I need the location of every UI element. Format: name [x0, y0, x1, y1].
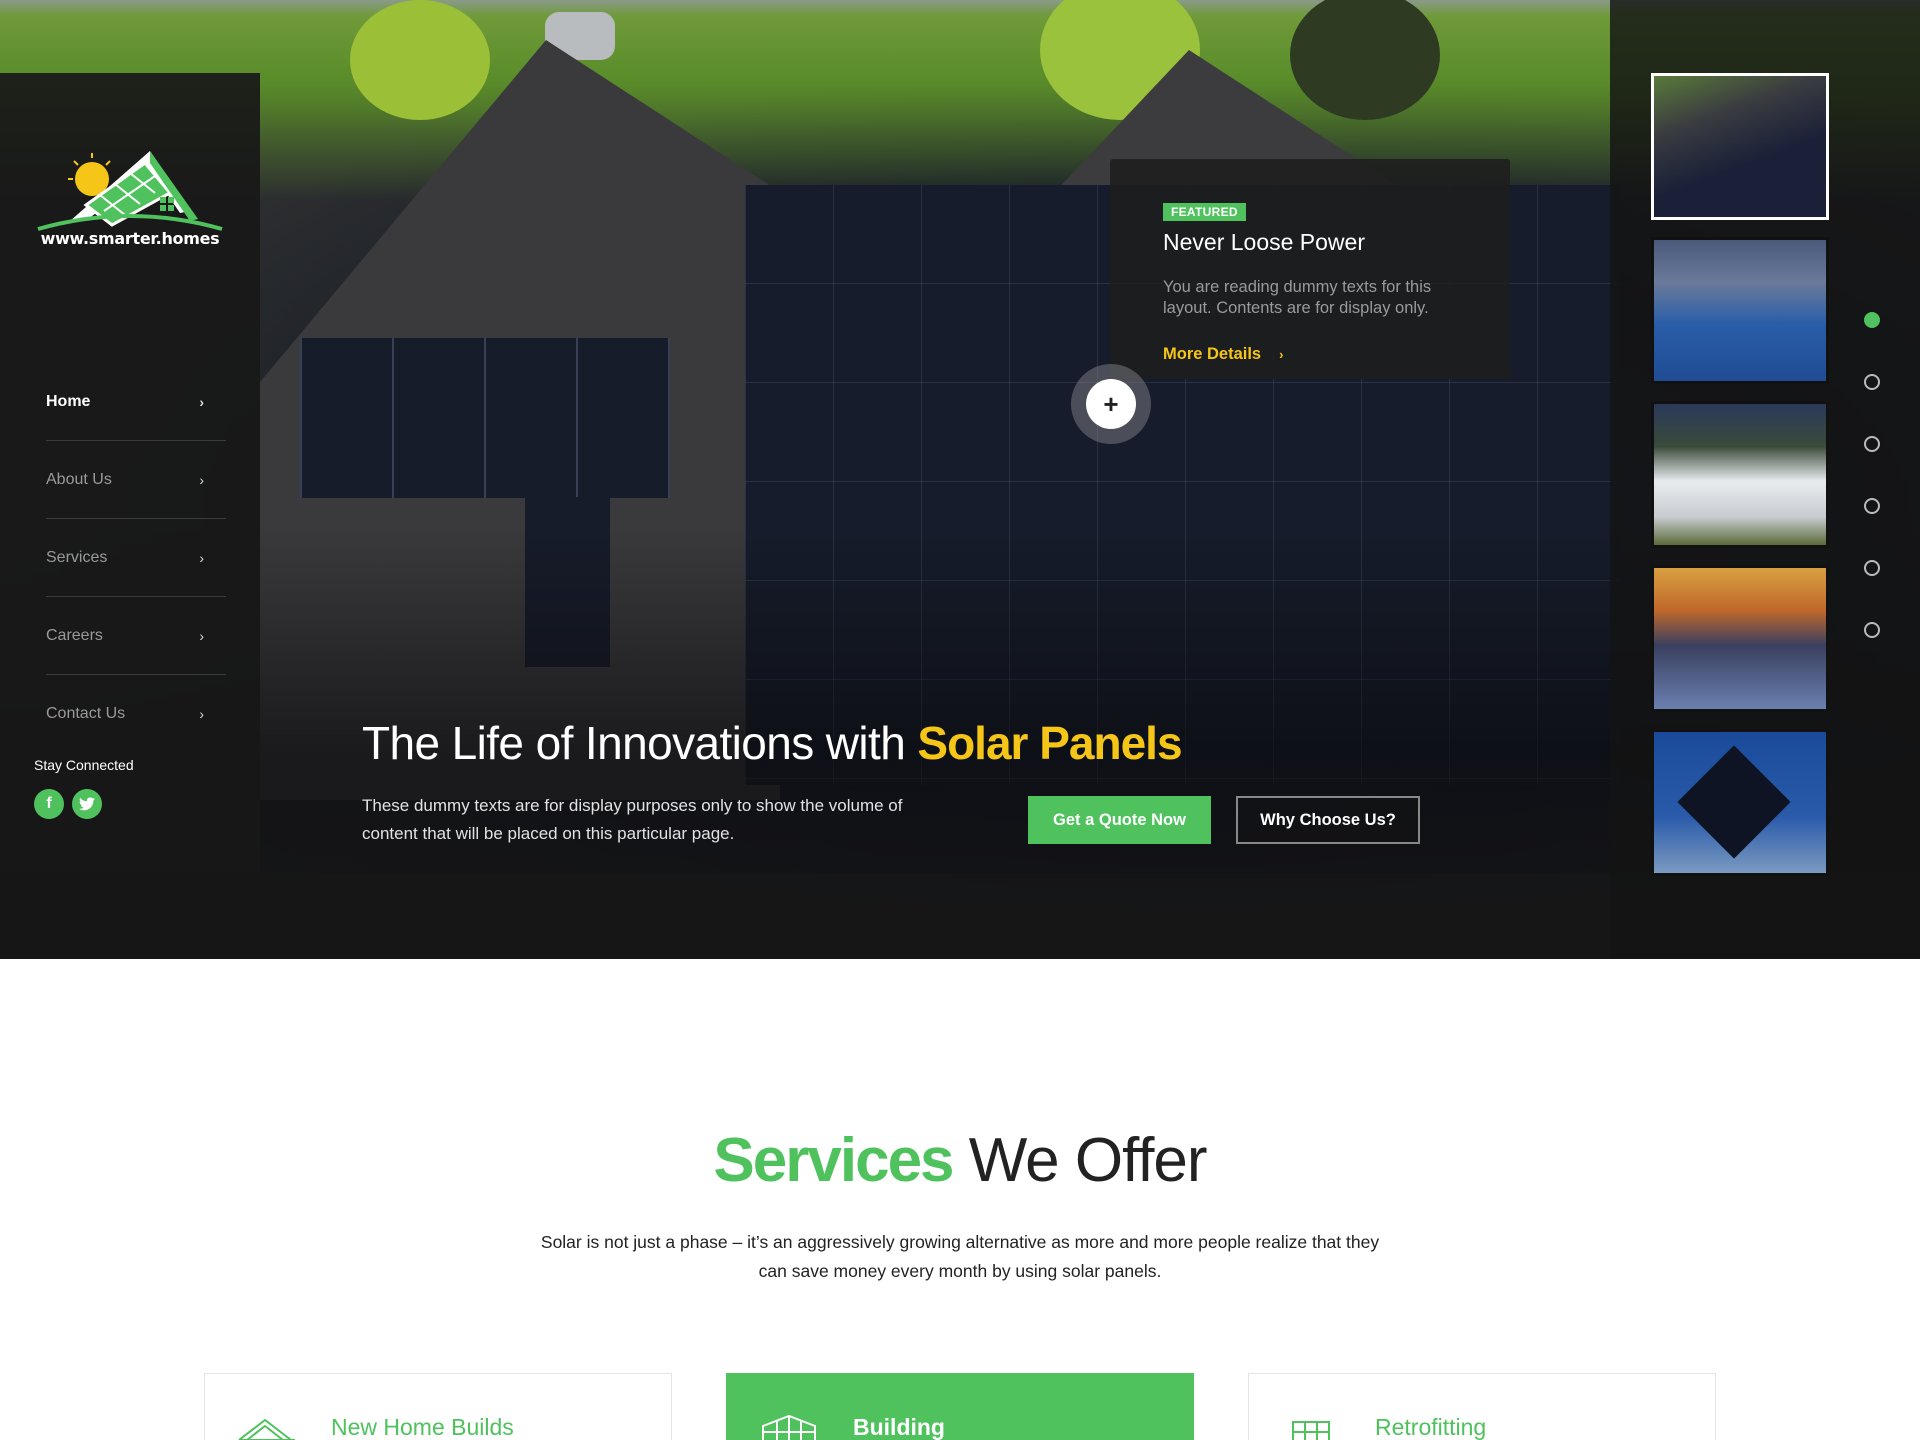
logo-text: www.smarter.homes — [40, 229, 220, 248]
slider-pagination — [1864, 312, 1880, 684]
slider-dot[interactable] — [1864, 622, 1880, 638]
thumbnail-4[interactable] — [1651, 565, 1829, 712]
more-details-label: More Details — [1163, 345, 1262, 363]
services-title: Services We Offer — [0, 1125, 1920, 1196]
featured-badge: FEATURED — [1163, 203, 1246, 221]
hero-description: These dummy texts are for display purpos… — [362, 796, 903, 843]
more-details-link[interactable]: More Details › — [1163, 345, 1283, 364]
service-card-label: Retrofitting — [1375, 1414, 1487, 1440]
get-quote-button[interactable]: Get a Quote Now — [1028, 796, 1211, 844]
nav-item-label: About Us — [46, 470, 112, 488]
service-card-building[interactable]: Building — [726, 1373, 1194, 1440]
logo[interactable]: www.smarter.homes — [30, 141, 230, 251]
plus-icon: + — [1086, 379, 1136, 429]
services-title-highlight: Services — [713, 1126, 954, 1195]
chevron-right-icon: › — [199, 549, 204, 566]
why-choose-us-button[interactable]: Why Choose Us? — [1236, 796, 1420, 844]
featured-title: Never Loose Power — [1163, 229, 1365, 255]
thumbnail-2[interactable] — [1651, 237, 1829, 384]
service-card-new-home-builds[interactable]: New Home Builds — [204, 1373, 672, 1440]
sidebar: www.smarter.homes Home › About Us › Serv… — [0, 73, 260, 873]
solar-panel-icon — [1292, 1421, 1330, 1440]
twitter-icon[interactable] — [72, 789, 102, 819]
chevron-right-icon: › — [199, 471, 204, 488]
stay-connected-label: Stay Connected — [34, 757, 134, 773]
thumbnail-1[interactable] — [1651, 73, 1829, 220]
chevron-right-icon: › — [199, 706, 204, 722]
hero-title: The Life of Innovations with Solar Panel… — [362, 716, 1183, 770]
featured-card: FEATURED Never Loose Power You are readi… — [1110, 159, 1510, 379]
slider-dot[interactable] — [1864, 436, 1880, 452]
service-card-label: New Home Builds — [331, 1414, 514, 1440]
slider-dot[interactable] — [1864, 498, 1880, 514]
main-nav: Home › About Us › Services › Careers › C… — [46, 363, 226, 753]
facebook-icon[interactable]: f — [34, 789, 64, 819]
chevron-right-icon: › — [1279, 347, 1284, 362]
hero-title-highlight: Solar Panels — [917, 717, 1182, 769]
building-icon — [762, 1414, 816, 1440]
nav-item-about-us[interactable]: About Us › — [46, 441, 226, 519]
service-card-label: Building — [853, 1414, 945, 1440]
featured-description: You are reading dummy texts for this lay… — [1163, 278, 1432, 317]
nav-item-label: Home — [46, 392, 91, 410]
services-title-rest: We Offer — [952, 1126, 1208, 1195]
nav-item-home[interactable]: Home › — [46, 363, 226, 441]
slider-dot[interactable] — [1864, 312, 1880, 328]
nav-item-careers[interactable]: Careers › — [46, 597, 226, 675]
nav-item-services[interactable]: Services › — [46, 519, 226, 597]
slider-thumbnails — [1651, 73, 1829, 893]
house-icon — [238, 1418, 295, 1440]
hotspot-button[interactable]: + — [1071, 364, 1151, 444]
social-links: f — [34, 789, 102, 819]
services-description: Solar is not just a phase – it’s an aggr… — [540, 1232, 1380, 1281]
nav-item-label: Careers — [46, 626, 103, 644]
logo-house-icon — [37, 151, 223, 231]
nav-item-label: Contact Us — [46, 705, 126, 722]
nav-item-label: Services — [46, 548, 108, 566]
slider-dot[interactable] — [1864, 560, 1880, 576]
service-card-retrofitting[interactable]: Retrofitting — [1248, 1373, 1716, 1440]
hero-title-prefix: The Life of Innovations with — [362, 717, 918, 769]
nav-item-contact-us[interactable]: Contact Us › — [46, 675, 226, 753]
chevron-right-icon: › — [199, 627, 204, 644]
hero-section — [0, 0, 1920, 959]
thumbnail-5[interactable] — [1651, 729, 1829, 876]
chevron-right-icon: › — [199, 393, 204, 410]
thumbnail-3[interactable] — [1651, 401, 1829, 548]
slider-dot[interactable] — [1864, 374, 1880, 390]
